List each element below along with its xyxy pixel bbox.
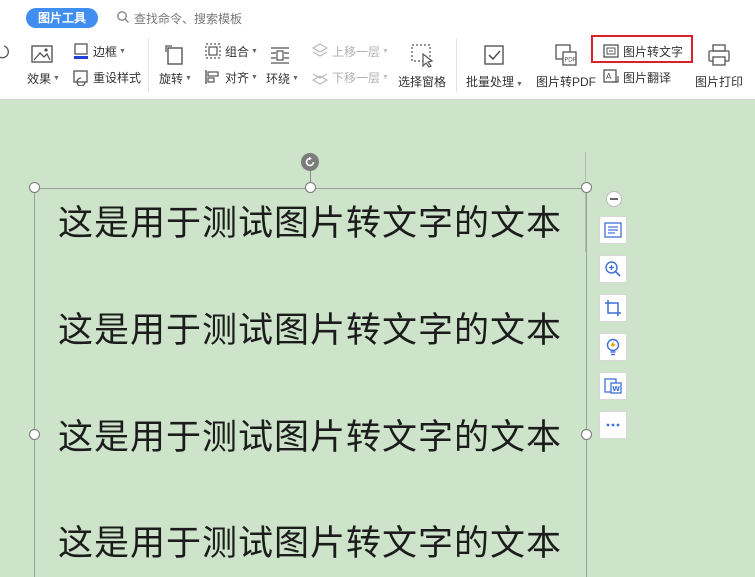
reset-style-icon xyxy=(72,68,90,86)
lightbulb-icon xyxy=(606,338,620,356)
svg-text:W: W xyxy=(612,385,620,393)
rotate-arrow-icon xyxy=(305,156,315,167)
batch-check-icon xyxy=(481,42,507,68)
resize-handle-top-right[interactable] xyxy=(581,182,592,193)
more-icon xyxy=(606,423,620,427)
image-to-pdf-button[interactable]: PDF 图片转PDF xyxy=(536,42,596,90)
resize-handle-top[interactable] xyxy=(305,182,316,193)
group-label: 组合 xyxy=(225,44,250,59)
batch-process-label: 批量处理 ▼ xyxy=(466,75,523,89)
align-button[interactable]: 对齐 ▼ xyxy=(204,68,258,86)
rotate-icon xyxy=(162,42,188,68)
selection-pane-label: 选择窗格 xyxy=(398,75,447,89)
side-crop-button[interactable] xyxy=(599,294,627,322)
side-zoom-button[interactable] xyxy=(599,255,627,283)
rotate-partial-icon xyxy=(0,42,10,60)
image-translate-button[interactable]: A 图片翻译 xyxy=(602,68,671,86)
reset-style-label: 重设样式 xyxy=(93,70,142,85)
rotate-button[interactable] xyxy=(162,42,188,73)
svg-text:A: A xyxy=(606,72,612,81)
image-text-line: 这是用于测试图片转文字的文本 xyxy=(58,204,563,244)
effects-label: 效果 xyxy=(27,72,52,86)
side-image-to-word-button[interactable]: W xyxy=(599,372,627,400)
image-to-pdf-label: 图片转PDF xyxy=(536,75,597,89)
send-backward-label: 下移一层 xyxy=(332,70,381,85)
separator xyxy=(148,38,149,92)
picture-effect-icon xyxy=(29,42,55,68)
side-idea-button[interactable] xyxy=(599,333,627,361)
printer-icon xyxy=(706,42,732,68)
collapse-toolbar-button[interactable] xyxy=(606,191,622,207)
border-icon xyxy=(72,42,90,60)
wrap-dropdown[interactable]: 环绕 ▼ xyxy=(266,70,299,87)
send-backward-button[interactable]: 下移一层 ▼ xyxy=(311,68,389,86)
rotate-left-partial[interactable] xyxy=(0,42,13,60)
border-button[interactable]: 边框 ▼ xyxy=(72,42,126,60)
effects-dropdown[interactable]: 效果 ▼ xyxy=(27,70,60,87)
bring-forward-label: 上移一层 xyxy=(332,44,381,59)
crop-icon xyxy=(605,300,621,316)
bring-forward-button[interactable]: 上移一层 ▼ xyxy=(311,42,389,60)
search-icon xyxy=(116,10,130,27)
ocr-text-icon xyxy=(604,222,622,238)
image-text-line: 这是用于测试图片转文字的文本 xyxy=(58,311,563,351)
effects-button[interactable] xyxy=(29,42,55,73)
ribbon-toolbar: 图片工具 查找命令、搜索模板 效果 ▼ 边框 ▼ 重设样式 旋转 ▼ 组合 ▼ 对齐 ▼ xyxy=(0,0,755,100)
align-icon xyxy=(204,68,222,86)
side-image-to-text-button[interactable] xyxy=(599,216,627,244)
image-translate-icon: A xyxy=(602,68,620,86)
rotate-label: 旋转 xyxy=(159,72,184,86)
side-more-button[interactable] xyxy=(599,411,627,439)
command-search[interactable]: 查找命令、搜索模板 xyxy=(116,8,242,28)
wrap-label: 环绕 xyxy=(266,72,291,86)
separator xyxy=(456,38,457,92)
image-to-pdf-icon: PDF xyxy=(553,42,579,68)
wrap-button[interactable] xyxy=(267,42,293,73)
batch-process-button[interactable]: 批量处理 ▼ xyxy=(466,42,523,90)
selection-pane-button[interactable]: 选择窗格 xyxy=(398,42,446,90)
rotate-dropdown[interactable]: 旋转 ▼ xyxy=(159,70,192,87)
image-to-text-highlight xyxy=(591,35,693,63)
minus-icon xyxy=(610,198,618,200)
image-text-line: 这是用于测试图片转文字的文本 xyxy=(58,418,563,458)
group-icon xyxy=(204,42,222,60)
bring-forward-icon xyxy=(311,42,329,60)
resize-handle-right[interactable] xyxy=(581,429,592,440)
search-placeholder: 查找命令、搜索模板 xyxy=(134,11,243,26)
reset-style-button[interactable]: 重设样式 xyxy=(72,68,141,86)
tab-picture-tools[interactable]: 图片工具 xyxy=(26,8,99,28)
send-backward-icon xyxy=(311,68,329,86)
selection-pane-icon xyxy=(409,42,435,68)
image-print-label: 图片打印 xyxy=(695,75,744,89)
image-translate-label: 图片翻译 xyxy=(623,70,672,85)
border-label: 边框 xyxy=(93,44,118,59)
align-label: 对齐 xyxy=(225,70,250,85)
svg-text:PDF: PDF xyxy=(565,57,577,64)
image-text-line: 这是用于测试图片转文字的文本 xyxy=(58,524,563,564)
rotate-handle[interactable] xyxy=(301,153,319,171)
resize-handle-left[interactable] xyxy=(29,429,40,440)
zoom-in-icon xyxy=(605,261,621,277)
group-button[interactable]: 组合 ▼ xyxy=(204,42,258,60)
image-print-button[interactable]: 图片打印 xyxy=(695,42,743,90)
image-to-word-icon: W xyxy=(604,378,622,394)
text-wrap-icon xyxy=(267,42,293,68)
resize-handle-top-left[interactable] xyxy=(29,182,40,193)
